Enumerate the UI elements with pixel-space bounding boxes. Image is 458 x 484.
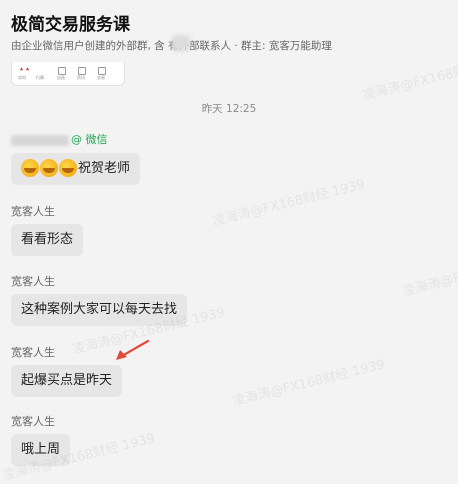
- thumb-label: 自选: [57, 75, 65, 80]
- message-text: 看看形态: [21, 232, 74, 247]
- watermark: 凌海涛@FX168财经 1939: [400, 247, 458, 300]
- message-sender[interactable]: 宽客人生: [11, 203, 55, 219]
- annotation-arrow-icon: [116, 339, 150, 360]
- emoji-icon: [59, 158, 77, 177]
- emoji-icon: [21, 158, 39, 177]
- redacted-mask: [172, 35, 190, 51]
- thumb-label: 交易: [97, 75, 105, 80]
- message-text: 这种案例大家可以每天去找: [21, 302, 178, 317]
- thumb-label: 实时: [18, 75, 26, 80]
- message-text: 祝贺老师: [78, 161, 131, 176]
- message-sender[interactable]: @ 微信: [11, 131, 108, 147]
- thumb-icon-3: [98, 67, 106, 75]
- message-bubble[interactable]: 起爆买点是昨天: [11, 365, 123, 397]
- message-bubble[interactable]: 看看形态: [11, 224, 84, 256]
- message-text: 哦上周: [21, 442, 61, 457]
- thumb-icon-1: [58, 67, 66, 75]
- message-bubble[interactable]: 哦上周: [11, 434, 71, 466]
- message-sender[interactable]: 宽客人生: [11, 344, 55, 360]
- shared-image-thumbnail[interactable]: ▲ ▲ 实时 行情 自选 资讯 交易: [11, 62, 125, 86]
- message-bubble[interactable]: 这种案例大家可以每天去找: [11, 294, 188, 326]
- chat-header: 极简交易服务课 由企业微信用户创建的外部群, 含 有外部联系人 · 群主: 宽客…: [0, 0, 458, 62]
- thumb-label: 行情: [36, 75, 44, 80]
- message-sender[interactable]: 宽客人生: [11, 273, 55, 289]
- watermark: 凌海涛@FX168财经 1939: [210, 177, 367, 230]
- thumb-icon-2: [78, 67, 86, 75]
- message-timestamp: 昨天 12:25: [201, 103, 257, 115]
- message-bubble[interactable]: 祝贺老师: [11, 153, 141, 185]
- message-text: 起爆买点是昨天: [21, 373, 113, 388]
- watermark: 凌海涛@FX168财经 1939: [230, 357, 387, 410]
- redacted-sender-name: [11, 134, 69, 146]
- emoji-icon: [40, 158, 58, 177]
- thumb-label: 资讯: [77, 75, 85, 80]
- chat-title[interactable]: 极简交易服务课: [11, 10, 130, 35]
- thumb-price-text: ▲ ▲: [20, 66, 30, 72]
- wechat-tag: @ 微信: [71, 133, 108, 146]
- message-sender[interactable]: 宽客人生: [11, 413, 55, 429]
